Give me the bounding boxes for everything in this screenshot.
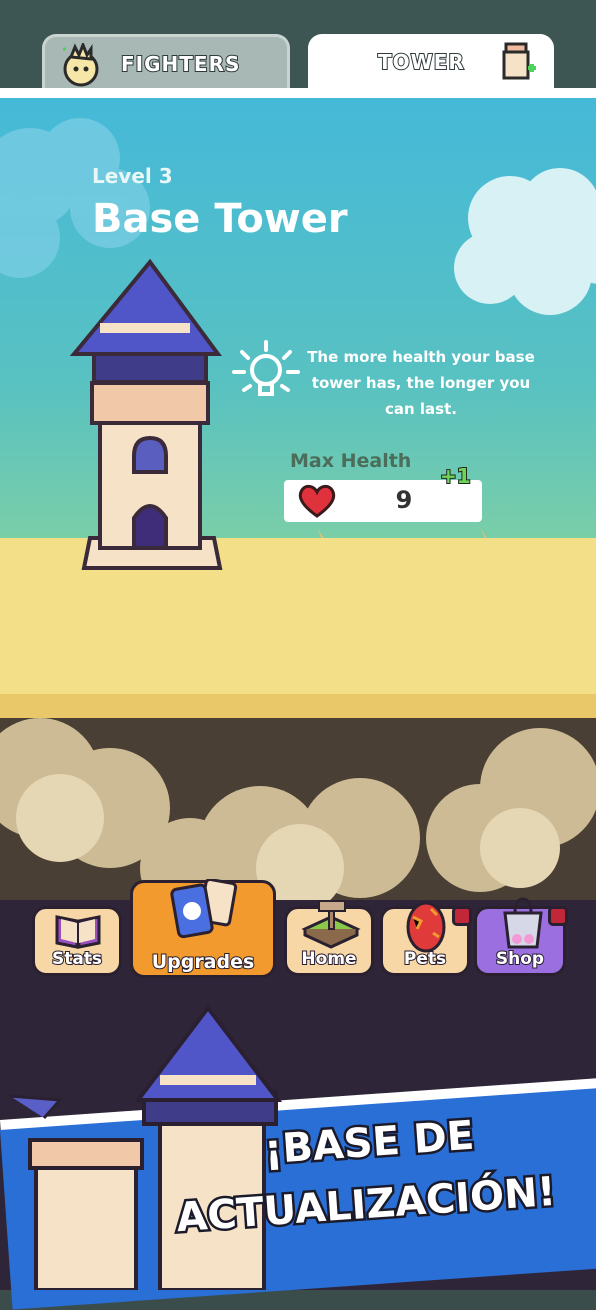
nav-home-label: Home: [300, 948, 357, 970]
nav-home-button[interactable]: Home: [284, 900, 374, 976]
lightbulb-icon: [232, 340, 300, 396]
max-health-label: Max Health: [290, 450, 412, 472]
nav-stats-label: Stats: [51, 948, 103, 970]
nav-upgrades-label: Upgrades: [151, 950, 256, 974]
base-tower-image: [70, 258, 223, 570]
tab-fighters-label: FIGHTERS: [120, 51, 241, 77]
nav-pets-label: Pets: [403, 948, 447, 970]
egg-icon: [406, 901, 446, 953]
nav-upgrades-button[interactable]: Upgrades: [130, 879, 276, 978]
tab-tower[interactable]: TOWER: [308, 34, 554, 90]
tower-scene: Level 3 Base Tower The more health your …: [0, 98, 596, 900]
tower-level: Level 3: [92, 164, 173, 188]
health-bonus: +1: [439, 463, 472, 489]
dust-clouds: [0, 718, 596, 900]
tab-underline: [0, 88, 596, 98]
promo-towers-image: [9, 1004, 283, 1290]
tower-title: Base Tower: [92, 196, 348, 242]
tab-fighters[interactable]: FIGHTERS: [42, 34, 290, 90]
tab-tower-label: TOWER: [377, 49, 465, 75]
pets-notification-badge: [452, 906, 472, 926]
nav-stats-button[interactable]: Stats: [32, 906, 122, 976]
signpost-icon: [301, 900, 361, 949]
fighter-face-icon: [63, 43, 99, 87]
nav-shop-label: Shop: [495, 948, 545, 970]
shopping-bag-icon: [503, 897, 543, 949]
cards-icon: [170, 879, 238, 939]
max-health-value: 9: [395, 486, 413, 514]
tower-tip: The more health your base tower has, the…: [307, 348, 535, 418]
shop-notification-badge: [548, 906, 568, 926]
mini-tower-icon: [502, 42, 536, 80]
cloud-right: [454, 168, 596, 315]
book-icon: [55, 915, 101, 949]
